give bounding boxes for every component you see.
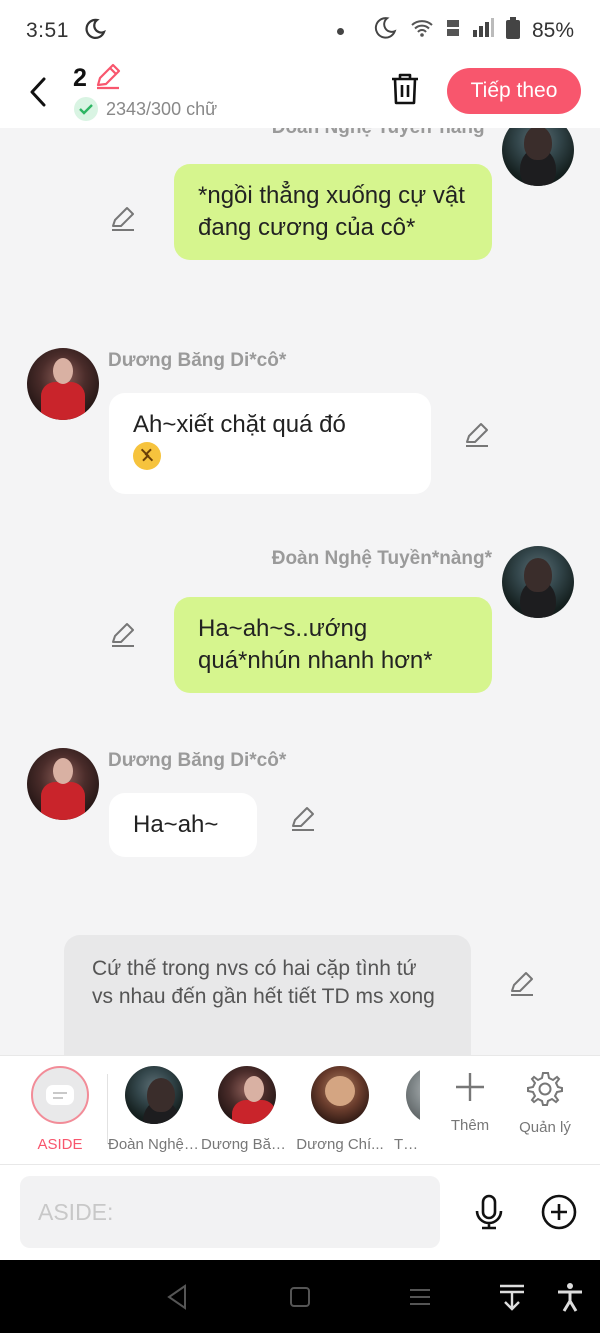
wifi-icon	[410, 18, 434, 44]
avatar	[406, 1066, 420, 1124]
character-aside[interactable]: ASIDE	[14, 1066, 106, 1153]
character-doan-nghe-tuyen[interactable]: Đoàn Nghệ Tuyền*nàng*	[108, 1066, 200, 1153]
nav-back-button[interactable]	[163, 1282, 193, 1312]
grimacing-emoji-icon	[133, 442, 161, 470]
delete-button[interactable]	[386, 70, 424, 108]
triangle-back-icon	[167, 1284, 186, 1310]
system-nav-bar	[0, 1260, 600, 1333]
aside-icon	[31, 1066, 89, 1124]
episode-count: 2	[73, 64, 87, 92]
check-icon	[74, 97, 98, 121]
sender-name: Dương Băng Di*cô*	[108, 750, 287, 771]
microphone-icon	[475, 1194, 503, 1230]
avatar	[311, 1066, 369, 1124]
night-mode-icon	[83, 17, 107, 46]
character-bar: ASIDE Đoàn Nghệ Tuyền*nàng* Dương Băng D…	[0, 1055, 600, 1165]
sender-name: Dương Băng Di*cô*	[108, 350, 287, 371]
status-bar: 3:51 85%	[0, 0, 600, 62]
download-arrow-icon	[500, 1284, 524, 1311]
plus-icon	[456, 1073, 484, 1101]
nav-hide-button[interactable]	[497, 1282, 527, 1312]
voice-input-button[interactable]	[470, 1193, 508, 1231]
do-not-disturb-icon	[372, 15, 398, 47]
next-button[interactable]: Tiếp theo	[447, 68, 581, 114]
notification-dot-icon	[336, 27, 344, 35]
add-character-button[interactable]: Thêm	[433, 1070, 507, 1134]
avatar[interactable]	[502, 546, 574, 618]
trash-icon	[392, 73, 418, 105]
message-input[interactable]	[20, 1176, 440, 1248]
chevron-left-icon	[30, 77, 46, 107]
plus-circle-icon	[541, 1194, 577, 1230]
edit-message-icon[interactable]	[108, 620, 138, 650]
editor-header: 2 2343/300 chữ Tiếp theo	[0, 62, 600, 128]
character-label: Dương Băng Di*cô*	[201, 1136, 293, 1153]
manage-characters-button[interactable]: Quản lý	[508, 1070, 582, 1136]
avatar[interactable]	[27, 748, 99, 820]
edit-message-icon[interactable]	[507, 969, 537, 999]
more-options-button[interactable]	[540, 1193, 578, 1231]
volte-icon	[446, 18, 460, 44]
aside-bubble[interactable]: Cứ thế trong nvs có hai cặp tình tứ vs n…	[64, 935, 471, 1055]
gear-icon	[527, 1072, 563, 1106]
battery-icon	[505, 17, 520, 45]
character-ta-t[interactable]: Tả T	[390, 1066, 420, 1153]
avatar[interactable]	[502, 128, 574, 186]
character-label: ASIDE	[37, 1136, 83, 1153]
avatar	[218, 1066, 276, 1124]
sender-name: Đoàn Nghệ Tuyền*nàng*	[272, 128, 492, 139]
character-duong-chi[interactable]: Dương Chí...	[294, 1066, 386, 1153]
square-home-icon	[290, 1287, 310, 1307]
battery-level: 85%	[531, 19, 574, 42]
message-bubble[interactable]: *ngồi thẳng xuống cự vật đang cương của …	[174, 164, 492, 260]
nav-home-button[interactable]	[285, 1282, 315, 1312]
edit-message-icon[interactable]	[108, 204, 138, 234]
sender-name: Đoàn Nghệ Tuyền*nàng*	[271, 548, 492, 569]
back-button[interactable]	[22, 72, 54, 112]
message-text: Ah~xiết chặt quá đó	[133, 411, 346, 438]
signal-icon	[472, 18, 494, 44]
edit-title-icon[interactable]	[94, 62, 122, 95]
add-label: Thêm	[450, 1117, 490, 1134]
avatar	[125, 1066, 183, 1124]
message-bubble[interactable]: Ah~xiết chặt quá đó	[109, 393, 431, 494]
message-bubble[interactable]: Ha~ah~s..ướng quá*nhún nhanh hơn*	[174, 597, 492, 693]
word-count-text: 2343/300 chữ	[106, 98, 218, 119]
menu-icon	[410, 1289, 430, 1305]
character-label: Tả T	[394, 1136, 420, 1153]
character-label: Dương Chí...	[296, 1136, 384, 1153]
status-time: 3:51	[26, 19, 69, 42]
manage-label: Quản lý	[519, 1119, 571, 1136]
message-bubble[interactable]: Ha~ah~	[109, 793, 257, 857]
accessibility-icon	[558, 1283, 582, 1312]
nav-menu-button[interactable]	[405, 1282, 435, 1312]
character-duong-bang-di[interactable]: Dương Băng Di*cô*	[201, 1066, 293, 1153]
avatar[interactable]	[27, 348, 99, 420]
input-bar	[0, 1165, 600, 1260]
chat-area: Đoàn Nghệ Tuyền*nàng* *ngồi thẳng xuống …	[0, 128, 600, 1055]
accessibility-button[interactable]	[555, 1282, 585, 1312]
word-count: 2343/300 chữ	[74, 97, 217, 121]
edit-message-icon[interactable]	[288, 804, 318, 834]
character-label: Đoàn Nghệ Tuyền*nàng*	[108, 1136, 200, 1153]
edit-message-icon[interactable]	[462, 420, 492, 450]
